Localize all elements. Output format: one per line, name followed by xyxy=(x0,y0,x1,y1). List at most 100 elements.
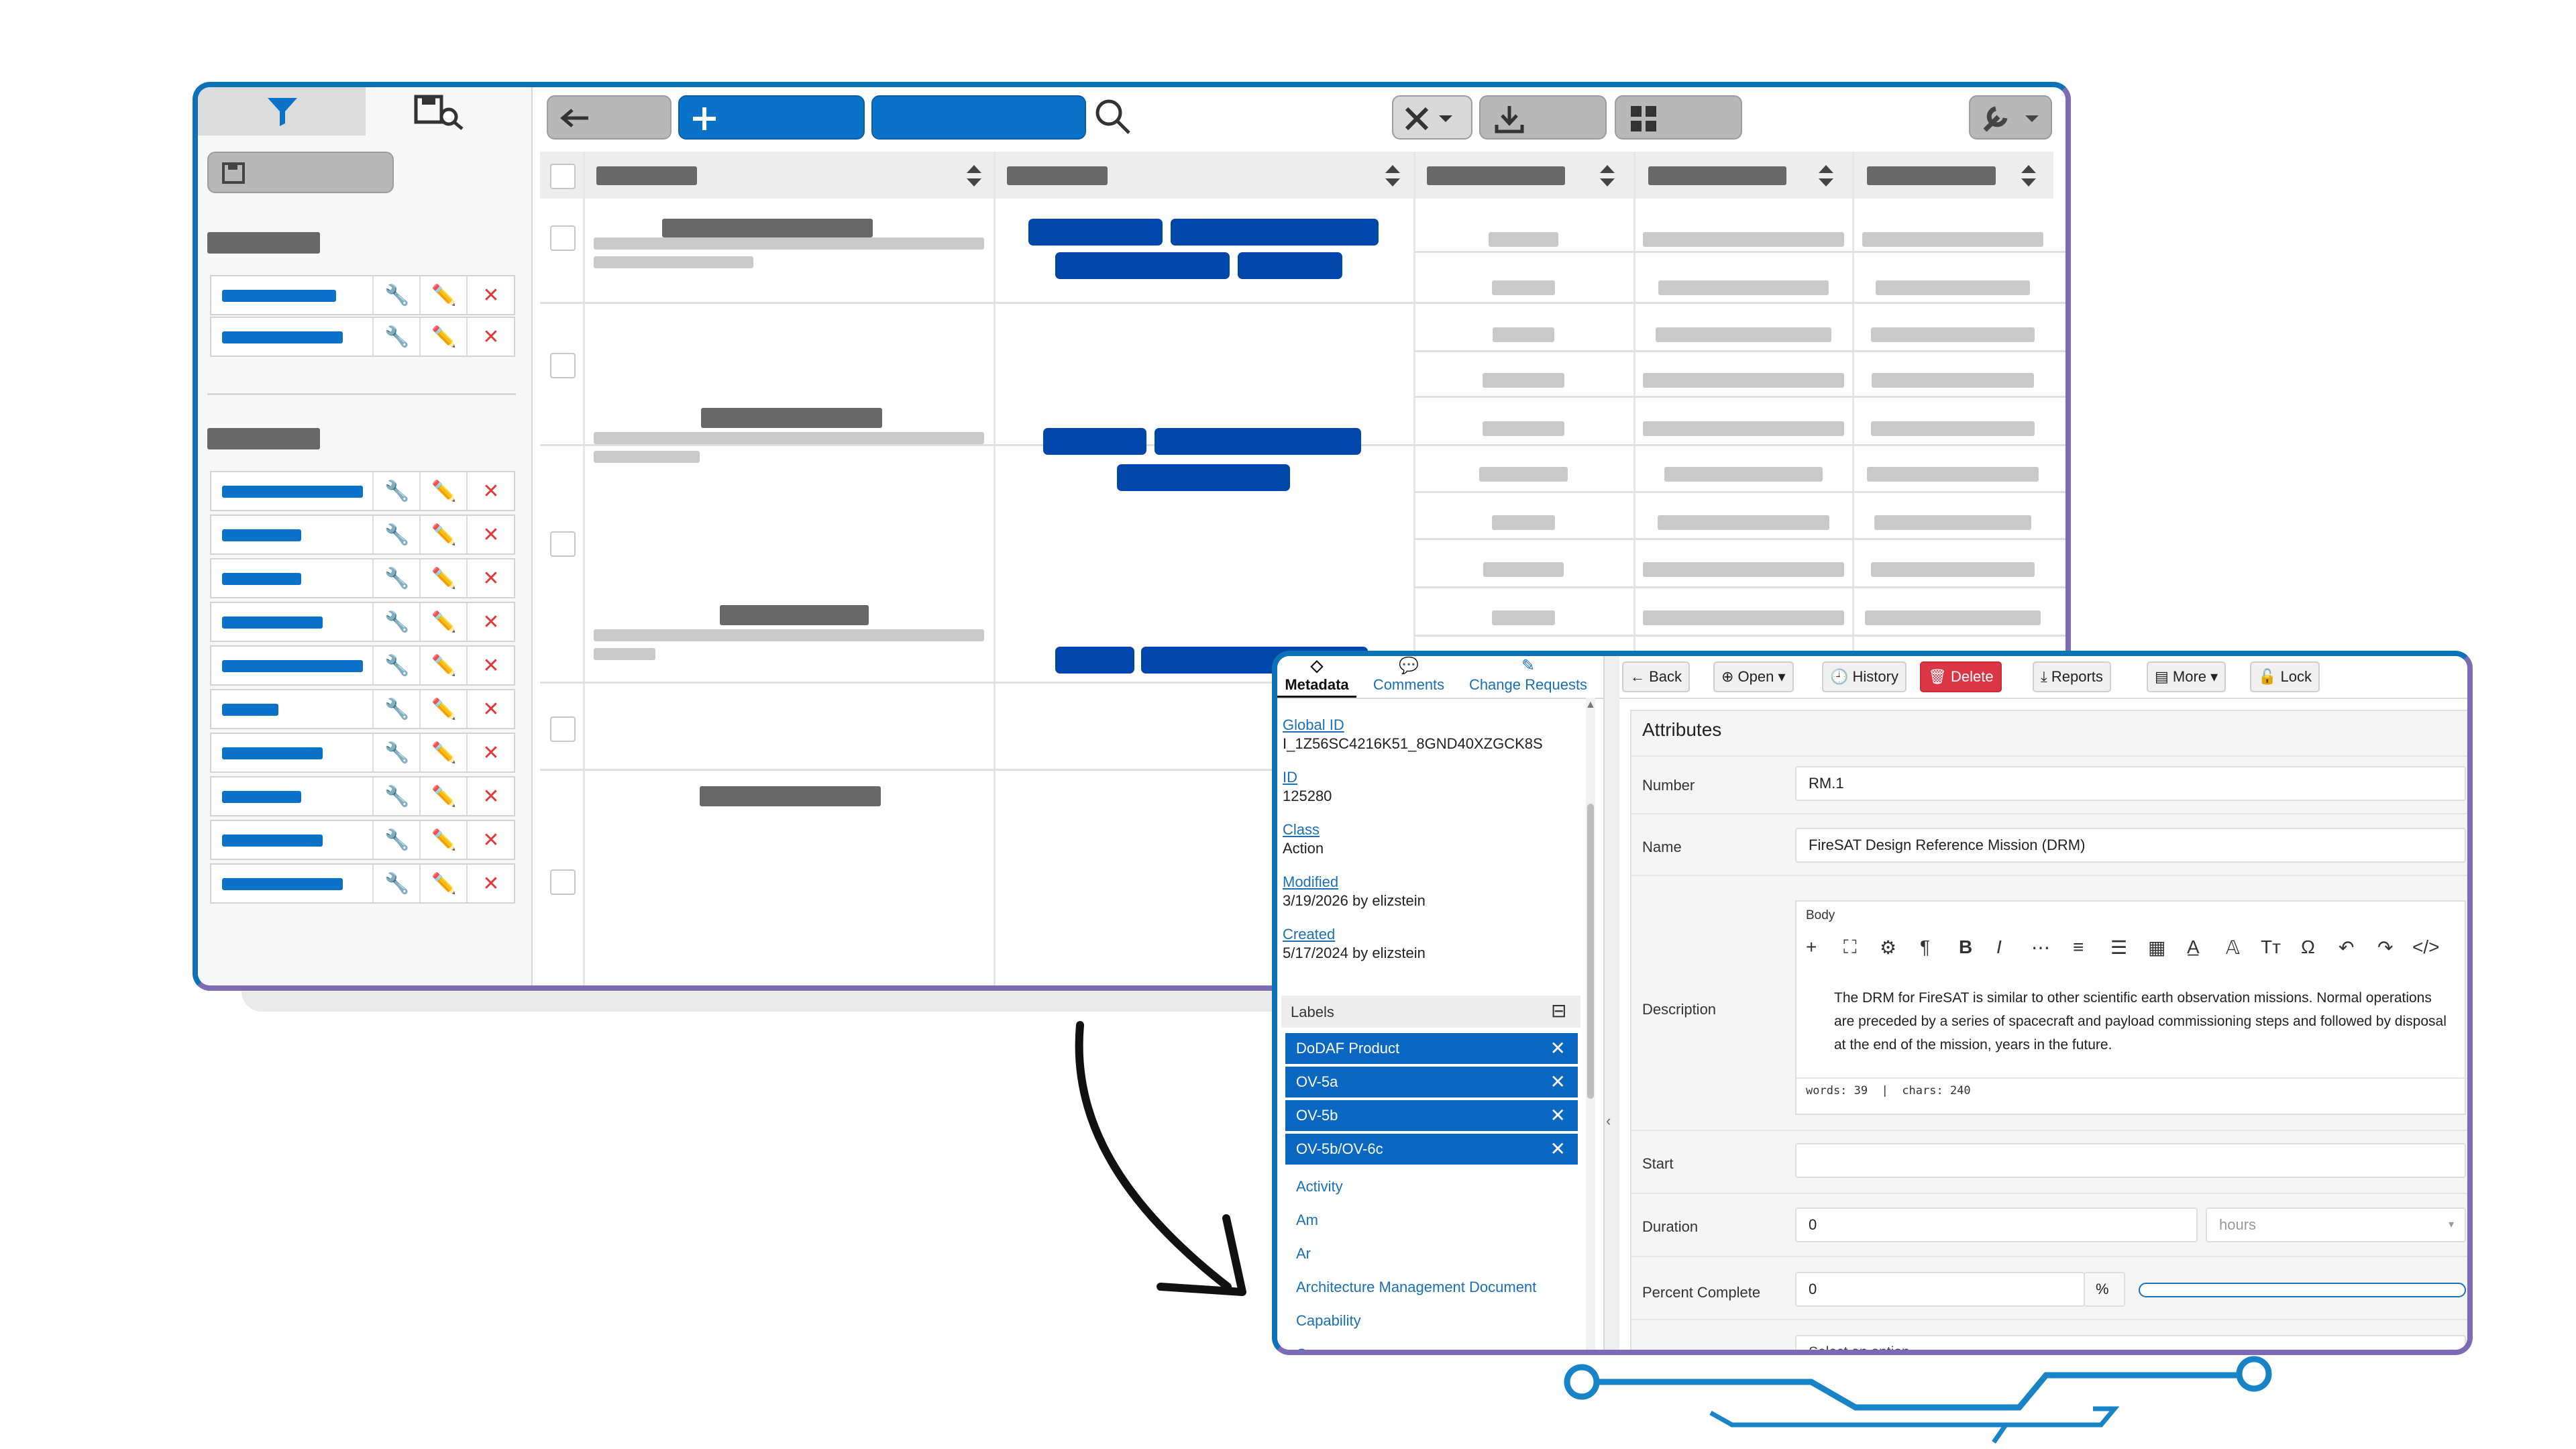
delete-button[interactable]: 🗑 Delete xyxy=(1920,661,2002,692)
row-checkbox[interactable] xyxy=(550,716,576,742)
pencil-icon[interactable]: ✏️ xyxy=(419,647,468,684)
download-button[interactable] xyxy=(1479,95,1607,140)
delete-icon[interactable]: ✕ xyxy=(466,690,515,728)
wrench-icon[interactable]: 🔧 xyxy=(372,690,421,728)
pencil-icon[interactable]: ✏️ xyxy=(419,559,468,597)
undo-icon[interactable]: ↶ xyxy=(2339,936,2354,959)
pencil-icon[interactable]: ✏️ xyxy=(419,821,468,859)
font-icon[interactable]: 𝔸 xyxy=(2226,936,2240,959)
description-editor[interactable]: Body + ⛶ ⚙ ¶ B I ⋯ ≡ ☰ ▦ A̲ 𝔸 Tт Ω ↶ ↷ <… xyxy=(1795,900,2467,1115)
back-button[interactable]: ← Back xyxy=(1622,661,1690,692)
lock-button[interactable]: 🔓 Lock xyxy=(2250,661,2320,692)
saved-item-row[interactable]: 🔧 ✏️ ✕ xyxy=(210,515,515,555)
table-icon[interactable]: ▦ xyxy=(2148,936,2165,959)
column-header[interactable] xyxy=(1852,152,2055,199)
remove-label-icon[interactable]: ✕ xyxy=(1550,1134,1566,1165)
wrench-icon[interactable]: 🔧 xyxy=(372,865,421,902)
delete-icon[interactable]: ✕ xyxy=(466,647,515,684)
wrench-icon[interactable]: 🔧 xyxy=(372,821,421,859)
more-dots-icon[interactable]: ⋯ xyxy=(2031,936,2050,959)
italic-icon[interactable]: I xyxy=(1996,936,2002,958)
label-chip[interactable] xyxy=(1238,252,1342,279)
pencil-icon[interactable]: ✏️ xyxy=(419,690,468,728)
delete-icon[interactable]: ✕ xyxy=(466,734,515,771)
row-checkbox[interactable] xyxy=(550,225,576,251)
pencil-icon[interactable]: ✏️ xyxy=(419,276,468,314)
search-input[interactable] xyxy=(871,95,1086,140)
delete-icon[interactable]: ✕ xyxy=(466,603,515,641)
remove-label-icon[interactable]: ✕ xyxy=(1550,1067,1566,1097)
saved-item-row[interactable]: 🔧 ✏️ ✕ xyxy=(210,689,515,729)
pencil-icon[interactable]: ✏️ xyxy=(419,865,468,902)
row-checkbox[interactable] xyxy=(550,353,576,378)
saved-item-row[interactable]: 🔧 ✏️ ✕ xyxy=(210,275,515,315)
collapse-icon[interactable]: ⊟ xyxy=(1551,1000,1566,1022)
label-chip[interactable] xyxy=(1117,464,1290,491)
history-button[interactable]: 🕘 History xyxy=(1822,661,1907,692)
delete-icon[interactable]: ✕ xyxy=(466,276,515,314)
open-button[interactable]: ⊕ Open ▾ xyxy=(1713,661,1794,692)
pencil-icon[interactable]: ✏️ xyxy=(419,516,468,553)
fullscreen-icon[interactable]: ⛶ xyxy=(1843,936,1857,959)
select-all-checkbox[interactable] xyxy=(550,164,576,189)
remove-label-icon[interactable]: ✕ xyxy=(1550,1033,1566,1064)
scrollbar-thumb[interactable] xyxy=(1587,804,1594,1099)
saved-item-row[interactable]: 🔧 ✏️ ✕ xyxy=(210,863,515,904)
wrench-icon[interactable]: 🔧 xyxy=(372,276,421,314)
save-button[interactable] xyxy=(207,152,394,193)
delete-icon[interactable]: ✕ xyxy=(466,516,515,553)
delete-icon[interactable]: ✕ xyxy=(466,865,515,902)
label-chip[interactable] xyxy=(1055,252,1230,279)
saved-item-row[interactable]: 🔧 ✏️ ✕ xyxy=(210,776,515,816)
align-icon[interactable]: ≡ xyxy=(2073,936,2084,958)
pencil-icon[interactable]: ✏️ xyxy=(419,603,468,641)
wrench-icon[interactable]: 🔧 xyxy=(372,318,421,356)
selected-label[interactable]: OV-5b ✕ xyxy=(1285,1100,1578,1131)
delete-icon[interactable]: ✕ xyxy=(466,821,515,859)
delete-icon[interactable]: ✕ xyxy=(466,472,515,510)
selected-label[interactable]: DoDAF Product ✕ xyxy=(1285,1033,1578,1064)
add-button[interactable] xyxy=(678,95,865,140)
column-header[interactable] xyxy=(1413,152,1635,199)
special-char-icon[interactable]: Ω xyxy=(2301,936,2315,958)
pencil-icon[interactable]: ✏️ xyxy=(419,777,468,815)
tab-comments[interactable]: 💬 Comments xyxy=(1362,656,1456,698)
search-icon[interactable] xyxy=(1093,97,1133,137)
clear-filter-button[interactable] xyxy=(1392,95,1472,140)
wrench-icon[interactable]: 🔧 xyxy=(372,516,421,553)
name-field[interactable]: FireSAT Design Reference Mission (DRM) xyxy=(1795,828,2466,863)
code-icon[interactable]: </> xyxy=(2412,936,2439,958)
scroll-up-icon[interactable]: ▲ xyxy=(1585,699,1596,711)
column-header[interactable] xyxy=(994,152,1415,199)
label-option[interactable]: Ar xyxy=(1296,1245,1311,1263)
wrench-icon[interactable]: 🔧 xyxy=(372,472,421,510)
list-icon[interactable]: ☰ xyxy=(2110,936,2127,959)
delete-icon[interactable]: ✕ xyxy=(466,777,515,815)
saved-item-row[interactable]: 🔧 ✏️ ✕ xyxy=(210,471,515,511)
classification-select[interactable]: Select an option... ▾ xyxy=(1795,1335,2466,1350)
label-option[interactable]: Cn xyxy=(1296,1346,1315,1350)
tab-change-requests[interactable]: ✎ Change Requests xyxy=(1461,656,1595,698)
saved-item-row[interactable]: 🔧 ✏️ ✕ xyxy=(210,317,515,357)
row-checkbox[interactable] xyxy=(550,869,576,895)
saved-item-row[interactable]: 🔧 ✏️ ✕ xyxy=(210,602,515,642)
selected-label[interactable]: OV-5a ✕ xyxy=(1285,1067,1578,1097)
pencil-icon[interactable]: ✏️ xyxy=(419,318,468,356)
column-header[interactable] xyxy=(583,152,996,199)
start-field[interactable] xyxy=(1795,1143,2466,1178)
redo-icon[interactable]: ↷ xyxy=(2377,936,2393,959)
tab-metadata[interactable]: ◇ Metadata xyxy=(1277,656,1356,698)
text-color-icon[interactable]: A̲ xyxy=(2187,936,2200,958)
font-size-icon[interactable]: Tт xyxy=(2261,936,2281,958)
number-field[interactable]: RM.1 xyxy=(1795,766,2466,801)
row-checkbox[interactable] xyxy=(550,531,576,557)
column-header[interactable] xyxy=(1633,152,1854,199)
more-button[interactable]: ▤ More ▾ xyxy=(2147,661,2226,692)
wrench-icon[interactable]: 🔧 xyxy=(372,603,421,641)
plus-icon[interactable]: + xyxy=(1806,936,1817,958)
saved-item-row[interactable]: 🔧 ✏️ ✕ xyxy=(210,733,515,773)
pencil-icon[interactable]: ✏️ xyxy=(419,734,468,771)
bold-icon[interactable]: B xyxy=(1959,936,1972,958)
label-chip[interactable] xyxy=(1043,428,1146,455)
label-option[interactable]: Am xyxy=(1296,1212,1318,1229)
